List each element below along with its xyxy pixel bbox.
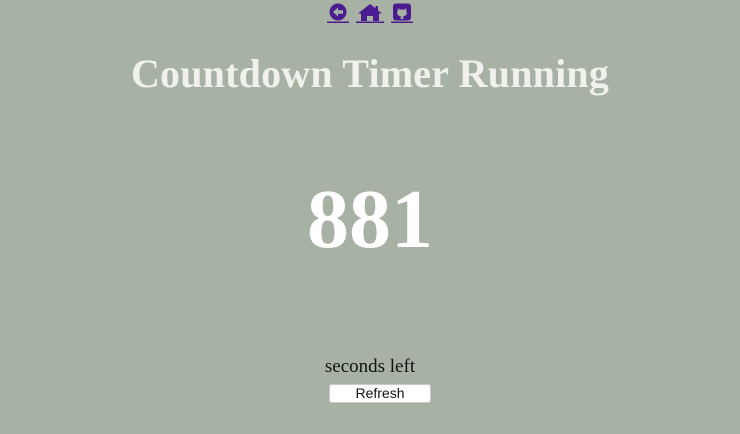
top-nav [0, 3, 740, 25]
countdown-caption: seconds left [324, 356, 416, 377]
home-icon [356, 4, 384, 23]
back-link[interactable] [326, 3, 349, 23]
github-icon [391, 3, 414, 23]
home-link[interactable] [356, 3, 384, 23]
countdown-value: 881 [307, 173, 433, 266]
refresh-button[interactable]: Refresh [329, 384, 431, 403]
github-link[interactable] [391, 3, 414, 23]
page-title: Countdown Timer Running [130, 51, 610, 96]
back-arrow-icon [326, 3, 349, 23]
